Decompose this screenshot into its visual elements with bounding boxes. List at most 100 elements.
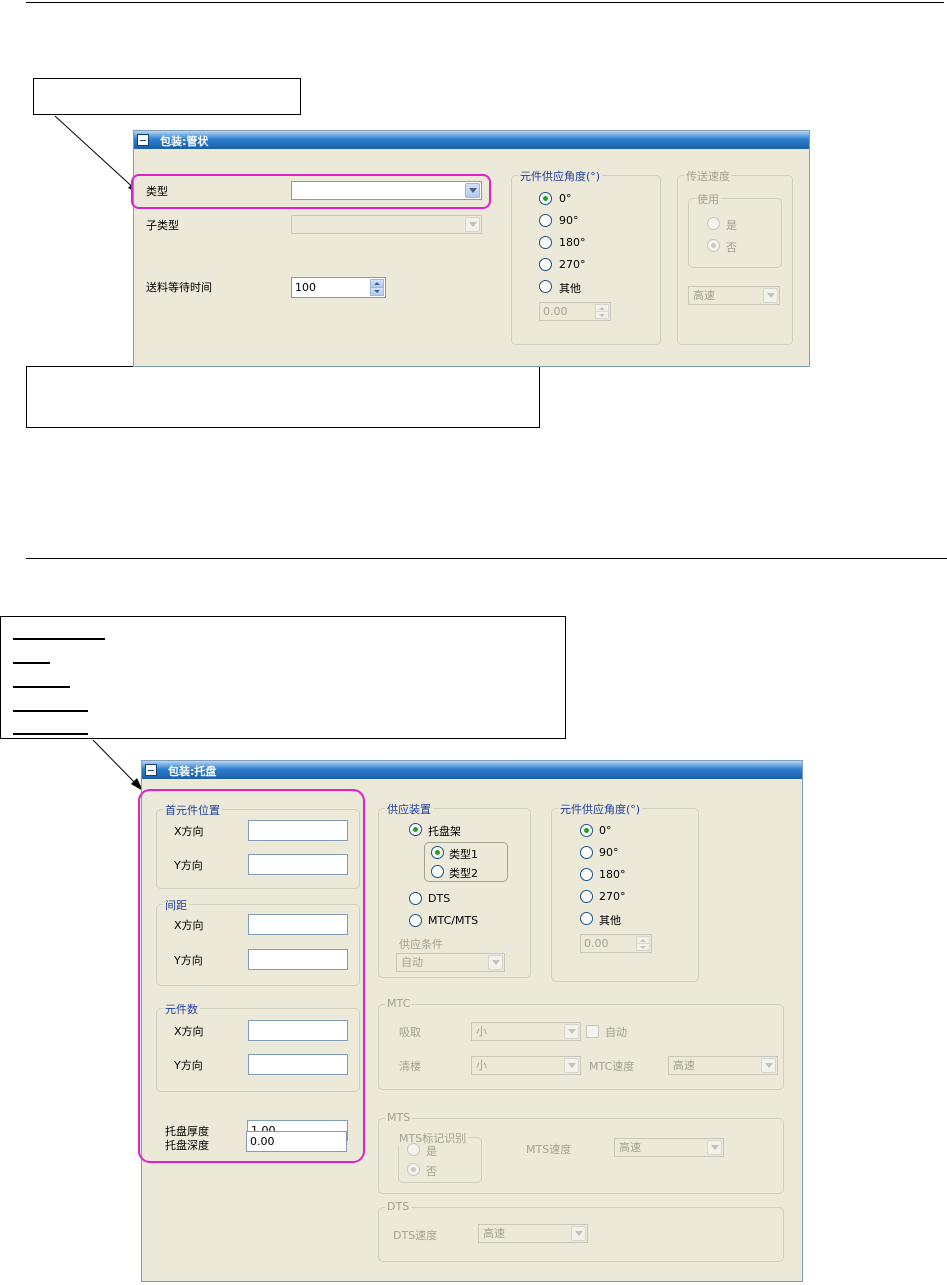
tube-use-group: 使用 是 否	[688, 191, 782, 268]
callout-tray	[0, 616, 566, 739]
use-no-label: 否	[726, 241, 737, 254]
tube-use-legend: 使用	[695, 191, 721, 207]
collapse-icon[interactable]	[137, 134, 149, 146]
chevron-down-icon[interactable]	[564, 1024, 579, 1039]
feed-wait-stepper[interactable]: 100	[291, 277, 386, 298]
mts-yes-label: 是	[426, 1145, 437, 1158]
callout-line-4	[13, 710, 88, 712]
mtc-speed-label: MTC速度	[589, 1060, 635, 1073]
supply-device-group: 供应装置 托盘架 类型1 类型2 DTS MTC/MTS 供应条件 自动	[378, 801, 531, 978]
mtc-legend: MTC	[385, 997, 413, 1010]
dts-label: DTS	[428, 892, 451, 905]
mts-group: MTS MTS标记识别 是 否 MTS速度 高速	[378, 1111, 784, 1194]
tube-angle-legend: 元件供应角度(°)	[518, 168, 603, 184]
stepper-down-icon[interactable]	[636, 943, 650, 951]
pickup-select[interactable]: 小	[471, 1022, 581, 1041]
mts-speed-value: 高速	[619, 1141, 641, 1154]
radio-angle-180[interactable]	[539, 236, 552, 249]
radio-angle-other[interactable]	[539, 280, 552, 293]
callout-line-2	[13, 662, 50, 664]
supply-device-legend: 供应装置	[385, 801, 433, 817]
tray-panel-title: 包装:托盘	[168, 765, 217, 778]
chevron-down-icon[interactable]	[564, 1058, 579, 1073]
mts-no-label: 否	[426, 1165, 437, 1178]
tray-type-group: 类型1 类型2	[424, 842, 508, 882]
feed-wait-label: 送料等待时间	[146, 281, 212, 294]
tray-angle-other-label: 其他	[599, 914, 621, 927]
tube-panel-titlebar: 包装:管状	[134, 131, 809, 149]
use-yes-label: 是	[726, 219, 737, 232]
tube-angle-group: 元件供应角度(°) 0° 90° 180° 270° 其他 0.00	[511, 168, 661, 345]
auto-checkbox[interactable]	[586, 1025, 599, 1038]
tray-angle-other-stepper[interactable]: 0.00	[580, 934, 652, 953]
radio-dts[interactable]	[409, 892, 422, 905]
condition-label: 供应条件	[399, 938, 443, 951]
dts-speed-label: DTS速度	[393, 1229, 438, 1242]
pickup-value: 小	[476, 1025, 487, 1038]
radio-tray-angle-other[interactable]	[580, 912, 593, 925]
mts-speed-select[interactable]: 高速	[614, 1138, 724, 1157]
radio-use-yes[interactable]	[707, 217, 720, 230]
callout-line-5	[13, 733, 88, 735]
radio-angle-90[interactable]	[539, 214, 552, 227]
radio-tray-angle-0[interactable]	[580, 824, 593, 837]
radio-use-no[interactable]	[707, 239, 720, 252]
subtype-select[interactable]	[291, 215, 482, 234]
tray-angle-group: 元件供应角度(°) 0° 90° 180° 270° 其他 0.00	[551, 801, 699, 982]
type1-label: 类型1	[449, 848, 478, 861]
section-divider	[26, 558, 947, 559]
condition-select[interactable]: 自动	[396, 953, 505, 972]
chevron-down-icon[interactable]	[761, 1058, 776, 1073]
chevron-down-icon[interactable]	[488, 955, 503, 970]
feed-wait-value: 100	[295, 281, 316, 294]
angle-90-label: 90°	[559, 214, 579, 227]
mts-legend: MTS	[385, 1111, 413, 1124]
top-rule	[26, 2, 944, 3]
chevron-down-icon[interactable]	[763, 288, 778, 303]
dts-speed-select[interactable]: 高速	[478, 1224, 588, 1243]
pickup-label: 吸取	[399, 1026, 421, 1039]
condition-value: 自动	[401, 956, 423, 969]
chevron-down-icon[interactable]	[465, 217, 480, 232]
cleanup-value: 小	[476, 1059, 487, 1072]
type2-label: 类型2	[449, 867, 478, 880]
mtc-group: MTC 吸取 小 自动 清楼 小 MTC速度 高速	[378, 997, 784, 1090]
angle-other-stepper[interactable]: 0.00	[539, 302, 611, 321]
collapse-icon[interactable]	[145, 764, 157, 776]
tray-angle-270-label: 270°	[599, 890, 626, 903]
radio-type1[interactable]	[431, 846, 444, 859]
stepper-down-icon[interactable]	[595, 311, 609, 319]
radio-tray-angle-90[interactable]	[580, 846, 593, 859]
radio-mtc-mts[interactable]	[409, 914, 422, 927]
tube-speed-legend: 传送速度	[684, 168, 732, 184]
tray-angle-180-label: 180°	[599, 868, 626, 881]
radio-tray-rack[interactable]	[409, 823, 422, 836]
angle-180-label: 180°	[559, 236, 586, 249]
dts-group: DTS DTS速度 高速	[378, 1200, 784, 1262]
radio-angle-270[interactable]	[539, 258, 552, 271]
tube-speed-select[interactable]: 高速	[688, 286, 780, 305]
stepper-down-icon[interactable]	[370, 287, 384, 296]
tube-speed-value: 高速	[693, 289, 715, 302]
mts-mark-group: MTS标记识别 是 否	[397, 1130, 482, 1183]
mtc-speed-select[interactable]: 高速	[668, 1056, 778, 1075]
callout-line-1	[13, 638, 105, 640]
radio-type2[interactable]	[431, 865, 444, 878]
mts-speed-label: MTS速度	[526, 1143, 572, 1156]
cleanup-label: 清楼	[399, 1060, 421, 1073]
subtype-label: 子类型	[146, 219, 179, 232]
angle-other-label: 其他	[559, 282, 581, 295]
tray-angle-0-label: 0°	[599, 824, 612, 837]
chevron-down-icon[interactable]	[707, 1140, 722, 1155]
radio-mts-no[interactable]	[407, 1163, 420, 1176]
mtc-mts-label: MTC/MTS	[428, 914, 479, 927]
cleanup-select[interactable]: 小	[471, 1056, 581, 1075]
callout-feed-wait	[26, 366, 540, 428]
radio-mts-yes[interactable]	[407, 1143, 420, 1156]
callout-line-3	[13, 686, 70, 688]
radio-angle-0[interactable]	[539, 192, 552, 205]
radio-tray-angle-180[interactable]	[580, 868, 593, 881]
chevron-down-icon[interactable]	[571, 1226, 586, 1241]
tray-angle-legend: 元件供应角度(°)	[558, 801, 643, 817]
radio-tray-angle-270[interactable]	[580, 890, 593, 903]
